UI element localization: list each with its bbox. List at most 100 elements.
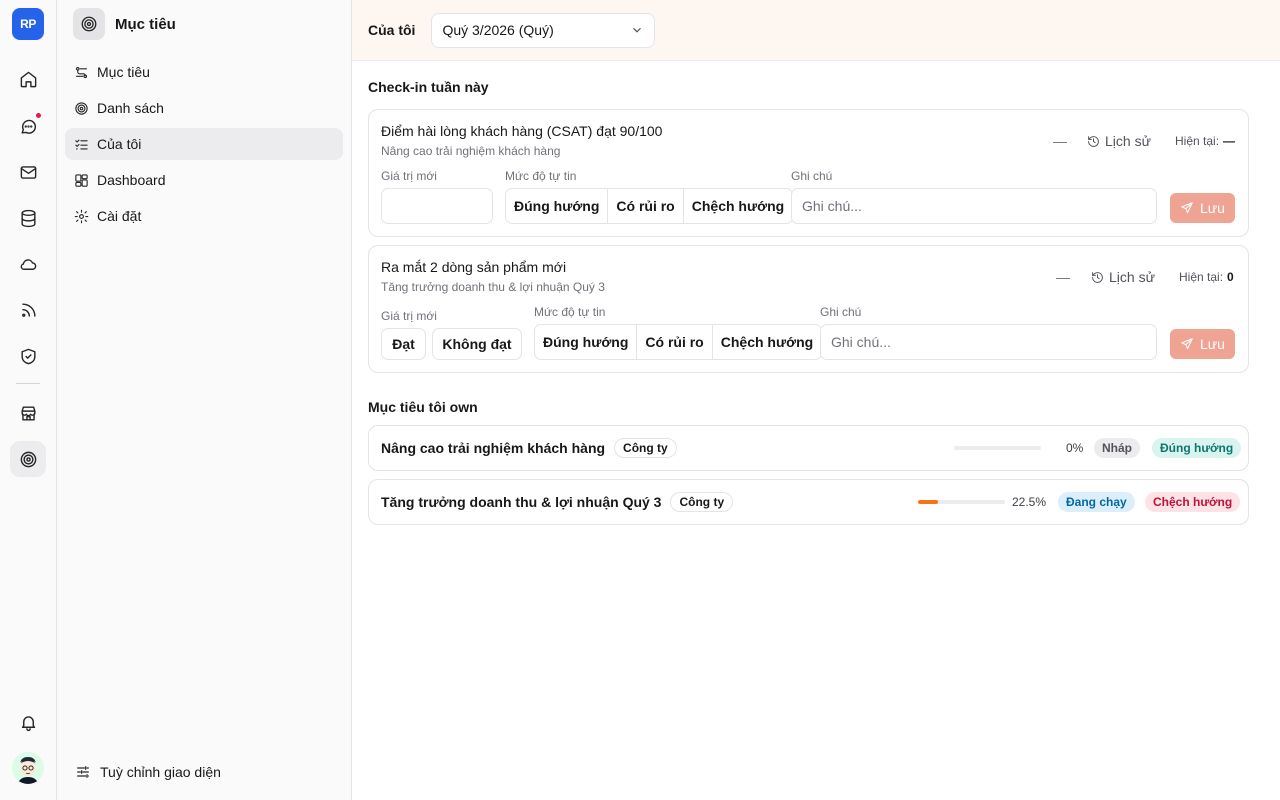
previous-value: — (1056, 269, 1070, 285)
sidebar-item-dashboard[interactable]: Dashboard (65, 164, 343, 196)
notification-dot (35, 112, 42, 119)
page-title: Của tôi (368, 22, 416, 38)
checkin-card-subtitle: Nâng cao trải nghiệm khách hàng (381, 144, 561, 158)
confidence-segmented-control: Đúng hướng Có rủi ro Chệch hướng (505, 188, 794, 224)
progress-bar (918, 500, 1005, 504)
checkin-card-title: Điểm hài lòng khách hàng (CSAT) đạt 90/1… (381, 123, 663, 139)
confidence-at-risk[interactable]: Có rủi ro (608, 189, 684, 223)
store-icon[interactable] (10, 395, 46, 431)
confidence-label: Mức độ tự tin (534, 305, 606, 319)
sliders-icon (77, 766, 89, 778)
scope-tag: Công ty (670, 492, 734, 512)
note-placeholder: Ghi chú... (802, 198, 862, 214)
avatar[interactable] (12, 752, 44, 784)
owned-goal-row[interactable]: Nâng cao trải nghiệm khách hàng Công ty … (368, 425, 1249, 471)
new-value-label: Giá trị mới (381, 169, 437, 183)
main-content: Của tôi Quý 3/2026 (Quý) Check-in tuần n… (352, 0, 1280, 800)
current-number: 0 (1227, 270, 1234, 284)
not-achieved-button[interactable]: Không đạt (432, 328, 522, 360)
note-placeholder: Ghi chú... (831, 334, 891, 350)
send-icon (1181, 338, 1193, 350)
scope-tag: Công ty (614, 438, 677, 458)
period-select[interactable]: Quý 3/2026 (Quý) (431, 12, 656, 48)
confidence-segmented-control: Đúng hướng Có rủi ro Chệch hướng (534, 324, 823, 360)
sidebar-item-list[interactable]: Danh sách (65, 92, 343, 124)
note-label: Ghi chú (791, 169, 833, 183)
target-icon[interactable] (10, 441, 46, 477)
chat-icon[interactable] (10, 108, 46, 144)
sidebar-item-label: Dashboard (97, 172, 166, 188)
history-button[interactable]: Lịch sử (1087, 133, 1151, 149)
sidebar: Mục tiêu Mục tiêu Danh sách Của tôi Dash… (57, 0, 352, 800)
confidence-on-track[interactable]: Đúng hướng (535, 325, 638, 359)
save-button[interactable]: Lưu (1170, 193, 1235, 223)
confidence-label: Mức độ tự tin (505, 169, 577, 183)
sidebar-nav: Mục tiêu Danh sách Của tôi Dashboard Cài… (65, 56, 343, 236)
period-select-value: Quý 3/2026 (Quý) (442, 22, 554, 38)
checkin-card-title: Ra mắt 2 dòng sản phẩm mới (381, 259, 567, 275)
checkin-card: Điểm hài lòng khách hàng (CSAT) đạt 90/1… (368, 109, 1249, 237)
icon-rail: RP (0, 0, 57, 800)
bell-icon[interactable] (10, 704, 46, 740)
goals-icon (75, 66, 88, 78)
checkin-section-title: Check-in tuần này (368, 79, 489, 95)
sidebar-item-goals[interactable]: Mục tiêu (65, 56, 343, 88)
owned-goal-row[interactable]: Tăng trưởng doanh thu & lợi nhuận Quý 3 … (368, 479, 1249, 525)
status-badge: Nháp (1094, 438, 1140, 458)
chevron-down-icon (633, 27, 642, 33)
topbar: Của tôi Quý 3/2026 (Quý) (352, 0, 1280, 61)
achieved-button[interactable]: Đạt (381, 328, 426, 360)
sidebar-item-settings[interactable]: Cài đặt (65, 200, 343, 232)
history-label: Lịch sử (1105, 133, 1151, 149)
sidebar-item-label: Của tôi (97, 136, 142, 152)
confidence-off-track[interactable]: Chệch hướng (684, 189, 792, 223)
database-icon[interactable] (10, 200, 46, 236)
new-value-label: Giá trị mới (381, 309, 437, 323)
confidence-at-risk[interactable]: Có rủi ro (637, 325, 713, 359)
history-button[interactable]: Lịch sử (1091, 269, 1155, 285)
note-input[interactable]: Ghi chú... (791, 188, 1157, 224)
history-icon (1092, 271, 1103, 283)
rss-icon[interactable] (10, 292, 46, 328)
dashboard-icon (75, 173, 88, 187)
progress-bar (954, 446, 1041, 450)
sidebar-header: Mục tiêu (73, 8, 176, 40)
workspace-logo[interactable]: RP (12, 8, 44, 40)
status-badge: Đang chạy (1058, 492, 1135, 512)
home-icon[interactable] (10, 61, 46, 97)
history-label: Lịch sử (1109, 269, 1155, 285)
goal-name: Nâng cao trải nghiệm khách hàng (381, 440, 606, 456)
confidence-badge: Chệch hướng (1145, 492, 1241, 512)
sidebar-item-label: Cài đặt (97, 208, 142, 224)
rail-divider (16, 383, 40, 384)
checkin-card-subtitle: Tăng trưởng doanh thu & lợi nhuận Quý 3 (381, 280, 605, 294)
current-label: Hiện tại: (1175, 134, 1220, 148)
customize-ui-button[interactable]: Tuỳ chỉnh giao diện (75, 764, 221, 780)
new-value-input[interactable] (381, 188, 493, 224)
goal-name: Tăng trưởng doanh thu & lợi nhuận Quý 3 (381, 494, 662, 510)
customize-ui-label: Tuỳ chỉnh giao diện (100, 764, 221, 780)
current-number: — (1223, 134, 1236, 148)
progress-percent: 22.5% (1012, 495, 1047, 509)
current-value: Hiện tại: 0 (1179, 270, 1234, 284)
previous-value: — (1053, 133, 1067, 149)
sidebar-item-mine[interactable]: Của tôi (65, 128, 343, 160)
progress-percent: 0% (1066, 441, 1084, 455)
cloud-icon[interactable] (10, 246, 46, 282)
confidence-badge: Đúng hướng (1152, 438, 1242, 458)
sidebar-item-label: Danh sách (97, 100, 164, 116)
current-value: Hiện tại: — (1175, 134, 1235, 148)
send-icon (1181, 202, 1193, 214)
history-icon (1088, 135, 1099, 147)
save-label: Lưu (1200, 200, 1225, 216)
mail-icon[interactable] (10, 154, 46, 190)
save-button[interactable]: Lưu (1170, 329, 1235, 359)
note-label: Ghi chú (820, 305, 862, 319)
sidebar-title: Mục tiêu (115, 15, 176, 33)
current-label: Hiện tại: (1179, 270, 1224, 284)
note-input[interactable]: Ghi chú... (820, 324, 1157, 360)
confidence-off-track[interactable]: Chệch hướng (713, 325, 821, 359)
confidence-on-track[interactable]: Đúng hướng (506, 189, 609, 223)
shield-icon[interactable] (10, 338, 46, 374)
list-check-icon (75, 139, 88, 149)
